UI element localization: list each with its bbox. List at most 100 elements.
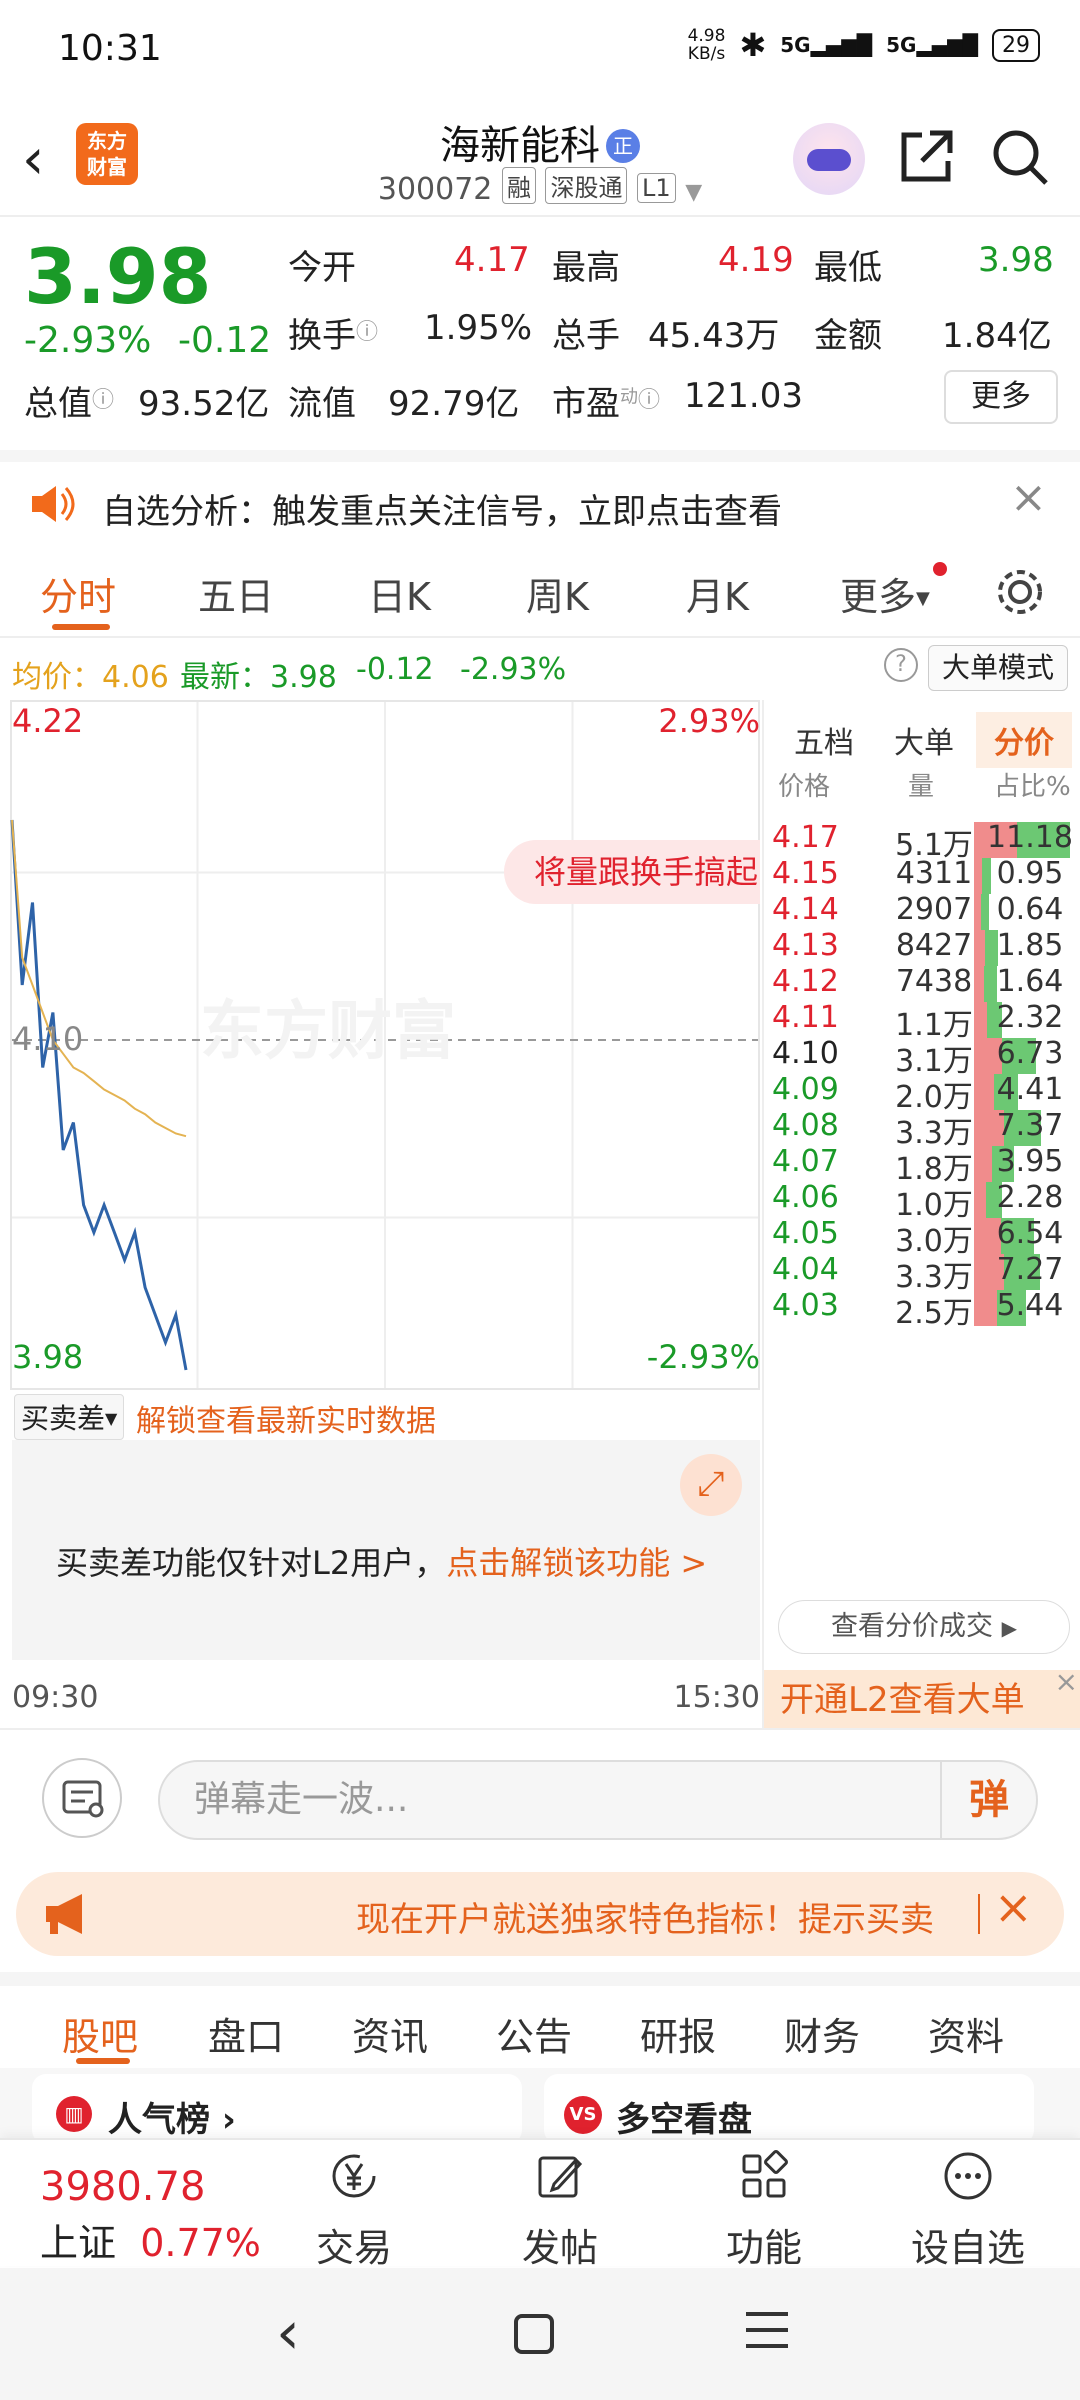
pe-label[interactable]: 市盈动ⓘ [552, 376, 660, 425]
tab-news[interactable]: 资讯 [352, 2006, 428, 2061]
mktcap-label[interactable]: 总值ⓘ [24, 376, 114, 425]
tab-weekly-k[interactable]: 周K [526, 566, 589, 621]
tab-more[interactable]: 更多▼ [840, 566, 930, 621]
close-icon[interactable]: × [1055, 1652, 1078, 1712]
stock-name: 海新能科 [440, 123, 600, 169]
danmaku-bar: 弹幕走一波... 弹 [0, 1728, 1080, 1868]
net-speed: 4.98 KB/s [687, 26, 726, 64]
danmaku-settings-icon[interactable] [42, 1758, 122, 1838]
status-bar: 10:31 4.98 KB/s ✱ 5G▂▄▆█ 5G▂▄▆█ 29 [0, 0, 1080, 100]
float-label: 流值 [288, 384, 356, 424]
amount-value: 1.84亿 [942, 316, 1052, 356]
robot-avatar-icon[interactable] [793, 123, 865, 195]
more-button[interactable]: 更多 [944, 370, 1058, 424]
tab-big-order[interactable]: 大单 [890, 712, 958, 768]
buy-sell-diff-dropdown[interactable]: 买卖差▼ [14, 1394, 125, 1440]
l2-locked-area[interactable]: ⤢ 买卖差功能仅针对L2用户，点击解锁该功能 > [12, 1440, 760, 1660]
community-tabs: 股吧 盘口 资讯 公告 研报 财务 资料 [0, 1972, 1080, 2064]
chevron-down-icon: ▼ [685, 180, 703, 205]
bottom-pct-label: -2.93% [646, 1338, 760, 1376]
turnover-label[interactable]: 换手ⓘ [288, 308, 378, 357]
tab-five-day[interactable]: 五日 [198, 566, 274, 621]
low-label: 最低 [814, 248, 882, 288]
grid-icon [742, 2150, 788, 2198]
tab-profile[interactable]: 资料 [928, 2006, 1004, 2061]
current-price: 3.98 [24, 232, 212, 321]
bottom-price-label: 3.98 [12, 1338, 84, 1376]
promo-banner[interactable]: 现在开户就送独家特色指标！提示买卖 × [16, 1872, 1064, 1956]
tab-announcements[interactable]: 公告 [496, 2006, 572, 2061]
danmaku-input[interactable]: 弹幕走一波... 弹 [158, 1760, 1038, 1840]
nav-post[interactable]: 发帖 [480, 2150, 640, 2272]
amount-label: 金额 [814, 316, 882, 356]
buy-sell-diff-header: 买卖差▼ 解锁查看最新实时数据 [10, 1388, 760, 1448]
tab-daily-k[interactable]: 日K [368, 566, 431, 621]
tab-monthly-k[interactable]: 月K [686, 566, 749, 621]
row-price: 4.03 [772, 1288, 839, 1323]
big-order-mode-button[interactable]: 大单模式 [928, 645, 1068, 691]
verified-icon: 正 [606, 129, 640, 163]
system-menu-icon[interactable] [746, 2312, 788, 2348]
top-pct-label: 2.93% [658, 702, 760, 740]
mid-price-label: 4.10 [12, 1020, 84, 1058]
promo-divider [978, 1894, 980, 1934]
tab-underline [76, 2058, 130, 2064]
l2-message: 买卖差功能仅针对L2用户，点击解锁该功能 > [56, 1544, 708, 1582]
promo-bubble[interactable]: 将量跟换手搞起 [504, 840, 760, 904]
share-icon[interactable] [896, 127, 956, 187]
nav-trade[interactable]: 交易 [274, 2150, 434, 2272]
mktcap-value: 93.52亿 [138, 384, 270, 424]
close-icon[interactable]: × [1010, 472, 1047, 523]
turnover-value: 1.95% [424, 308, 533, 348]
system-home-icon[interactable] [514, 2314, 554, 2354]
index-ticker[interactable]: 3980.78 上证 0.77% [40, 2164, 280, 2267]
help-icon[interactable]: ? [884, 648, 918, 682]
quote-panel: 3.98 -2.93% -0.12 今开 4.17 最高 4.19 最低 3.9… [0, 220, 1080, 450]
price-line [10, 819, 188, 1371]
expand-icon[interactable]: ⤢ [680, 1454, 742, 1516]
tab-finance[interactable]: 财务 [784, 2006, 860, 2061]
notice-text: 自选分析：触发重点关注信号，立即点击查看 [102, 492, 782, 532]
row-volume: 2.5万 [895, 1296, 973, 1331]
notice-bar[interactable]: 自选分析：触发重点关注信号，立即点击查看 × [0, 450, 1080, 540]
pe-value: 121.03 [684, 376, 803, 416]
tab-intraday[interactable]: 分时 [40, 566, 116, 621]
close-icon[interactable]: × [994, 1880, 1033, 1934]
long-short-card[interactable]: VS 多空看盘 [544, 2074, 1034, 2144]
search-icon[interactable] [988, 125, 1052, 189]
intraday-chart[interactable]: 4.22 2.93% 4.10 3.98 -2.93% 东方财富 将量跟换手搞起 [10, 700, 760, 1390]
nav-functions[interactable]: 功能 [684, 2150, 844, 2272]
popularity-card[interactable]: ▥ 人气榜 › [32, 2074, 522, 2144]
tab-price-split[interactable]: 分价 [976, 712, 1072, 768]
header-price: 价格 [778, 772, 831, 802]
volume-label: 总手 [552, 316, 620, 356]
header-ratio: 占比% [994, 772, 1071, 802]
nav-add-watchlist[interactable]: 设自选 [888, 2150, 1048, 2272]
unlock-link[interactable]: 解锁查看最新实时数据 [136, 1396, 436, 1440]
tab-pankou[interactable]: 盘口 [208, 2006, 284, 2061]
l2-unlock-link[interactable]: 点击解锁该功能 > [446, 1544, 707, 1582]
megaphone-icon [46, 1894, 82, 1934]
system-back-icon[interactable]: ‹ [276, 2298, 300, 2368]
bluetooth-icon: ✱ [739, 26, 767, 64]
open-l2-banner[interactable]: 开通L2查看大单 × [764, 1665, 1080, 1730]
notification-dot [933, 562, 947, 576]
see-deals-button[interactable]: 查看分价成交 ▶ [778, 1600, 1070, 1654]
tab-five-levels[interactable]: 五档 [790, 712, 858, 768]
vs-icon: VS [564, 2096, 602, 2134]
low-value: 3.98 [978, 240, 1054, 280]
info-icon: ⓘ [356, 320, 379, 345]
float-value: 92.79亿 [388, 384, 520, 424]
chart-tabs: 分时 五日 日K 周K 月K 更多▼ [0, 548, 1080, 638]
index-name: 上证 [40, 2221, 117, 2265]
tab-guba[interactable]: 股吧 [62, 2006, 138, 2061]
long-short-label: 多空看盘 [616, 2100, 752, 2140]
popularity-label: 人气榜 › [108, 2100, 236, 2140]
gear-icon[interactable] [992, 564, 1048, 620]
danmaku-send-button[interactable]: 弹 [940, 1762, 1036, 1838]
end-time: 15:30 [673, 1680, 760, 1715]
stock-header: ‹ 东方 财富 海新能科正 300072 融 深股通 L1 ▼ [0, 105, 1080, 215]
tab-research[interactable]: 研报 [640, 2006, 716, 2061]
time-axis: 09:30 15:30 [12, 1670, 760, 1720]
avg-price: 均价：4.06 [12, 660, 169, 695]
